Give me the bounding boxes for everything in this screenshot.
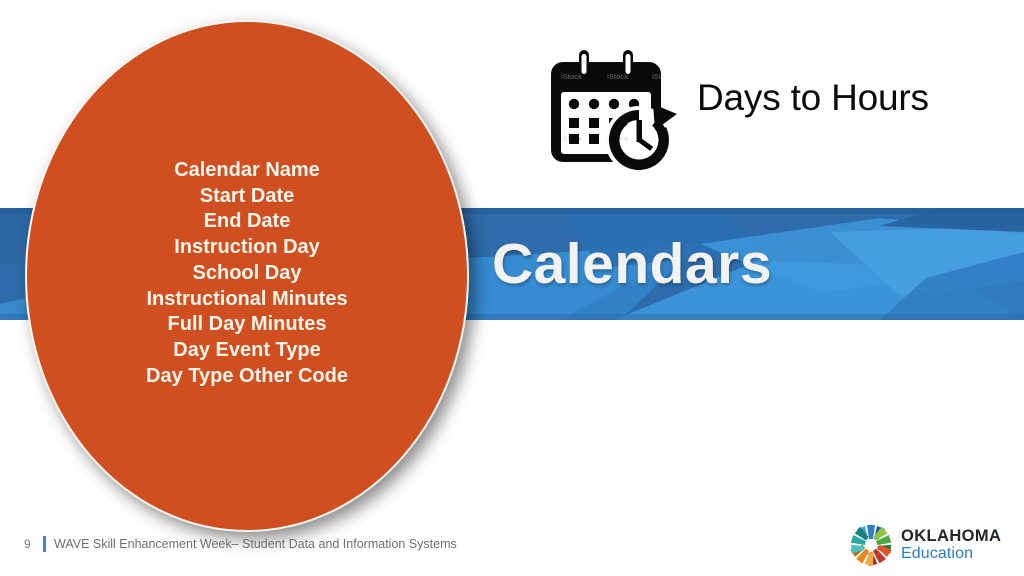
- list-item: Start Date: [199, 184, 295, 207]
- footer-divider: [43, 536, 46, 552]
- calendar-clock-icon: iStock iStock iStock iStock iStock: [545, 48, 691, 172]
- days-to-hours-group: iStock iStock iStock iStock iStock Days …: [545, 48, 945, 172]
- fields-ellipse: Calendar Name Start Date End Date Instru…: [25, 20, 469, 532]
- list-item: Instruction Day: [174, 236, 320, 259]
- page-number: 9: [24, 537, 31, 551]
- ellipse-text-block: Calendar Name Start Date End Date Instru…: [25, 20, 469, 532]
- list-item: Full Day Minutes: [167, 313, 327, 336]
- logo-oklahoma-text: OKLAHOMA: [901, 527, 1002, 546]
- oklahoma-pinwheel-icon: [848, 523, 894, 567]
- list-item: Day Event Type: [173, 338, 321, 361]
- oklahoma-education-logo: OKLAHOMA Education: [848, 522, 1001, 568]
- list-item: Instructional Minutes: [146, 287, 348, 310]
- list-item: Day Type Other Code: [146, 364, 348, 387]
- list-item: School Day: [192, 261, 302, 284]
- logo-education-text: Education: [901, 544, 974, 562]
- logo-wordmark: OKLAHOMA Education: [901, 528, 1001, 562]
- days-to-hours-label: Days to Hours: [697, 77, 929, 118]
- list-item: Calendar Name: [174, 159, 320, 181]
- slide-canvas: Calendars Calendar Name Start Date End D…: [0, 0, 1024, 576]
- list-item: End Date: [203, 210, 291, 233]
- footer-text: WAVE Skill Enhancement Week– Student Dat…: [54, 537, 457, 551]
